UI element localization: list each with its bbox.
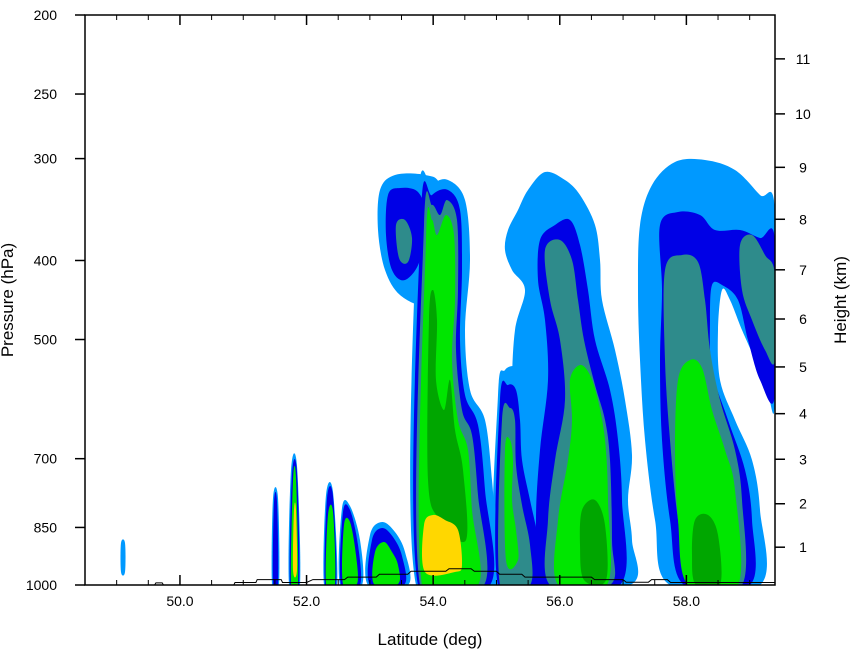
pressure-tick-label: 400 — [34, 252, 58, 268]
pressure-tick-label: 200 — [34, 7, 58, 23]
height-tick-label: 7 — [799, 262, 807, 278]
pressure-tick-label: 850 — [34, 519, 58, 535]
height-tick-label: 11 — [796, 51, 811, 67]
x-tick-label: 52.0 — [293, 593, 320, 609]
height-tick-label: 9 — [799, 159, 807, 175]
pressure-tick-label: 500 — [34, 332, 58, 348]
x-tick-label: 54.0 — [420, 593, 447, 609]
height-tick-label: 3 — [799, 451, 807, 467]
height-tick-label: 4 — [799, 406, 807, 422]
pressure-tick-label: 700 — [34, 451, 58, 467]
height-tick-label: 10 — [795, 106, 811, 122]
pressure-tick-label: 250 — [34, 86, 58, 102]
x-tick-label: 50.0 — [166, 593, 193, 609]
contour-fills — [120, 158, 775, 585]
height-tick-label: 2 — [799, 496, 807, 512]
x-tick-label: 56.0 — [546, 593, 573, 609]
left-axis-title: Pressure (hPa) — [0, 243, 17, 357]
height-tick-label: 6 — [799, 311, 807, 327]
chart-canvas: 50.0 52.0 54.0 56.0 58.020025030040050070085… — [0, 7, 850, 649]
pressure-tick-label: 1000 — [26, 577, 57, 593]
height-tick-label: 1 — [799, 539, 807, 555]
cell-49.2-level-1 — [120, 539, 126, 576]
right-axis-title: Height (km) — [831, 256, 850, 344]
pressure-tick-label: 300 — [34, 151, 58, 167]
height-tick-label: 8 — [799, 211, 807, 227]
height-tick-label: 5 — [799, 359, 807, 375]
x-axis-title: Latitude (deg) — [378, 630, 483, 649]
x-tick-label: 58.0 — [673, 593, 700, 609]
